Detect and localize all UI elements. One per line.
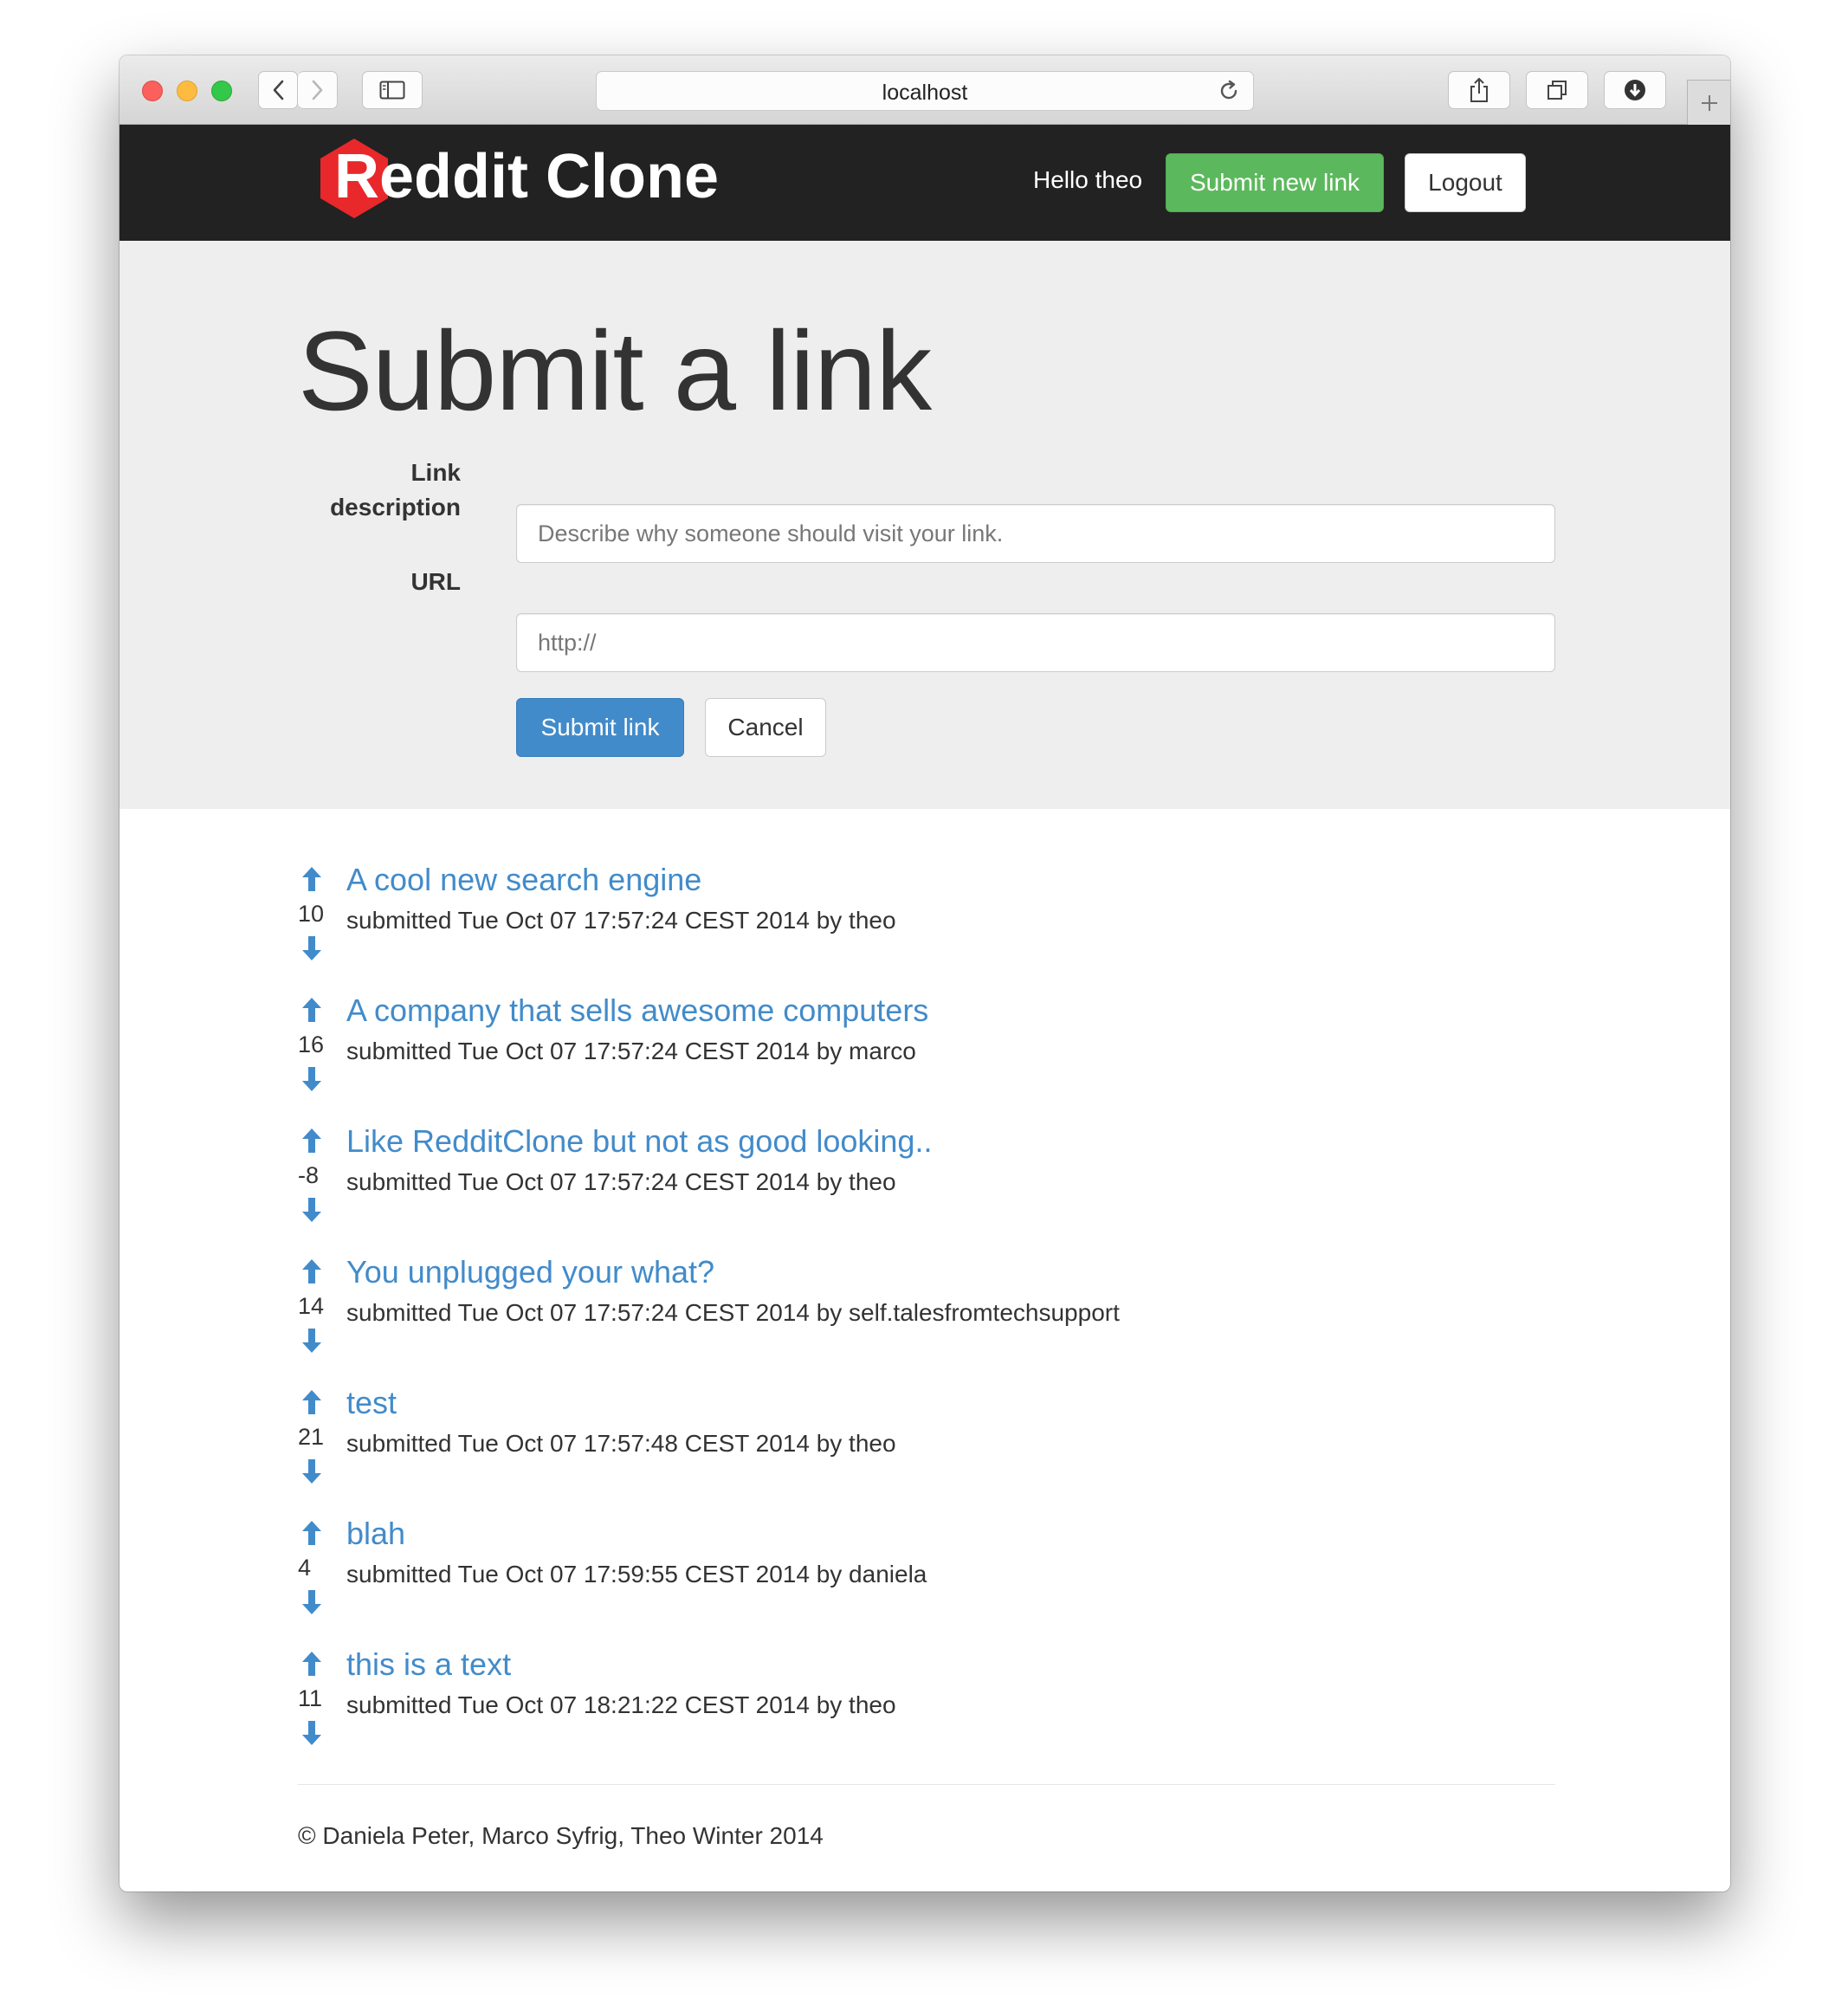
url-label: URL [410,568,461,595]
link-description-label-line1: Link [410,459,461,486]
vote-score: 21 [298,1424,325,1450]
link-meta: submitted Tue Oct 07 18:21:22 CEST 2014 … [346,1691,896,1718]
arrow-down-icon[interactable] [301,1589,322,1615]
new-tab-button[interactable] [1687,80,1730,125]
link-description-label: Link description [270,456,461,525]
list-item: 10 A cool new search engine submitted Tu… [298,861,1562,992]
cancel-button[interactable]: Cancel [705,698,826,757]
arrow-up-icon[interactable] [301,1651,322,1677]
user-greeting: Hello theo [1033,166,1143,193]
link-list: 10 A cool new search engine submitted Tu… [298,861,1562,1776]
arrow-down-icon[interactable] [301,1720,322,1746]
arrow-up-icon[interactable] [301,1389,322,1415]
link-title[interactable]: You unplugged your what? [346,1253,714,1291]
download-icon [1625,80,1645,100]
chevron-right-icon [312,80,322,100]
link-description-input[interactable] [516,504,1555,563]
link-title[interactable]: test [346,1384,397,1422]
list-item: 21 test submitted Tue Oct 07 17:57:48 CE… [298,1384,1562,1515]
list-item: 4 blah submitted Tue Oct 07 17:59:55 CES… [298,1515,1562,1646]
brand-link[interactable]: Reddit Clone [317,133,719,220]
link-title[interactable]: blah [346,1515,405,1553]
zoom-window-button[interactable] [211,81,232,101]
close-window-button[interactable] [142,81,163,101]
address-bar[interactable]: localhost [596,71,1254,111]
list-item: 16 A company that sells awesome computer… [298,992,1562,1122]
browser-window: localhost Reddit Clone Hello theo Submit… [120,55,1730,1891]
link-title[interactable]: A company that sells awesome computers [346,992,928,1030]
url-text: localhost [882,81,968,105]
brand-name: Reddit Clone [334,142,719,211]
link-title[interactable]: this is a text [346,1646,511,1684]
logout-button[interactable]: Logout [1405,153,1526,212]
arrow-down-icon[interactable] [301,1066,322,1092]
app-navbar: Reddit Clone Hello theo Submit new link … [120,125,1730,241]
browser-toolbar: localhost [120,55,1730,125]
arrow-up-icon[interactable] [301,997,322,1023]
submit-link-button[interactable]: Submit link [516,698,684,757]
arrow-up-icon[interactable] [301,1520,322,1546]
list-item: 14 You unplugged your what? submitted Tu… [298,1253,1562,1384]
arrow-down-icon[interactable] [301,935,322,961]
plus-icon [1701,94,1717,111]
chevron-left-icon [273,80,284,100]
link-meta: submitted Tue Oct 07 17:57:48 CEST 2014 … [346,1430,896,1457]
minimize-window-button[interactable] [177,81,197,101]
arrow-down-icon[interactable] [301,1458,322,1484]
list-item: -8 Like RedditClone but not as good look… [298,1122,1562,1253]
link-title[interactable]: Like RedditClone but not as good looking… [346,1122,932,1161]
link-meta: submitted Tue Oct 07 17:57:24 CEST 2014 … [346,907,896,934]
downloads-button[interactable] [1604,71,1666,109]
vote-score: 4 [298,1555,312,1581]
arrow-up-icon[interactable] [301,866,322,892]
arrow-down-icon[interactable] [301,1197,322,1223]
link-description-label-line2: description [330,494,461,521]
submit-form-section: Submit a link Link description URL Submi… [120,241,1730,809]
url-input[interactable] [516,613,1555,672]
link-meta: submitted Tue Oct 07 17:57:24 CEST 2014 … [346,1299,1120,1326]
vote-score: 10 [298,901,325,927]
footer-divider [298,1784,1555,1785]
arrow-up-icon[interactable] [301,1258,322,1284]
submit-new-link-button[interactable]: Submit new link [1166,153,1384,212]
forward-button[interactable] [298,71,338,109]
page-title: Submit a link [298,307,932,434]
vote-score: 16 [298,1031,325,1057]
reload-icon[interactable] [1217,79,1241,103]
link-meta: submitted Tue Oct 07 17:57:24 CEST 2014 … [346,1168,896,1195]
tabs-icon [1548,81,1567,100]
arrow-down-icon[interactable] [301,1328,322,1354]
tabs-button[interactable] [1526,71,1588,109]
link-meta: submitted Tue Oct 07 17:57:24 CEST 2014 … [346,1038,916,1064]
link-meta: submitted Tue Oct 07 17:59:55 CEST 2014 … [346,1561,927,1587]
footer-text: © Daniela Peter, Marco Syfrig, Theo Wint… [298,1822,824,1849]
vote-score: -8 [298,1162,320,1188]
sidebar-button[interactable] [362,71,423,109]
list-item: 11 this is a text submitted Tue Oct 07 1… [298,1646,1562,1776]
share-button[interactable] [1448,71,1510,109]
vote-score: 14 [298,1293,325,1319]
back-button[interactable] [258,71,298,109]
share-icon [1470,77,1488,102]
link-title[interactable]: A cool new search engine [346,861,701,899]
sidebar-icon [379,81,405,100]
vote-score: 11 [298,1685,323,1711]
arrow-up-icon[interactable] [301,1128,322,1154]
